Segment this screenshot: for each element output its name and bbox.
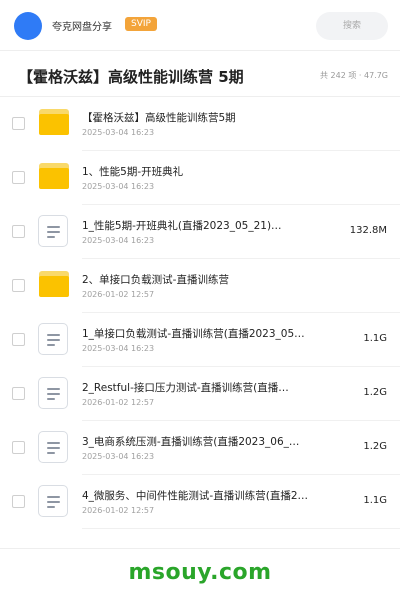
folder-icon [39, 109, 69, 135]
select-checkbox[interactable] [12, 333, 25, 346]
file-list: 【霍格沃兹】高级性能训练营5期 2025-03-04 16:23 1、性能5期-… [0, 97, 400, 529]
folder-title: 【霍格沃兹】高级性能训练营 5期 [18, 68, 244, 86]
username: 夸克网盘分享 [52, 22, 112, 33]
list-item[interactable]: 1_性能5期-开班典礼(直播2023_05_21)… 2025-03-04 16… [0, 205, 400, 259]
list-item[interactable]: 【霍格沃兹】高级性能训练营5期 2025-03-04 16:23 [0, 97, 400, 151]
item-name: 1、性能5期-开班典礼 [82, 166, 184, 178]
svip-badge: SVIP [125, 17, 157, 31]
document-icon [38, 323, 68, 355]
list-item[interactable]: 3_电商系统压测-直播训练营(直播2023_06_… 2025-03-04 16… [0, 421, 400, 475]
item-date: 2025-03-04 16:23 [82, 128, 155, 137]
select-checkbox[interactable] [12, 279, 25, 292]
item-name: 4_微服务、中间件性能测试-直播训练营(直播202… [82, 490, 314, 502]
select-checkbox[interactable] [12, 495, 25, 508]
file-share-page: 夸克网盘分享 SVIP 【霍格沃兹】高级性能训练营 5期 共 242 项 · 4… [0, 0, 400, 600]
item-name: 3_电商系统压测-直播训练营(直播2023_06_… [82, 436, 300, 448]
item-date: 2025-03-04 16:23 [82, 182, 155, 191]
item-date: 2025-03-04 16:23 [82, 344, 155, 353]
select-checkbox[interactable] [12, 441, 25, 454]
item-name: 2_Restful-接口压力测试-直播训练营(直播… [82, 382, 289, 394]
item-date: 2025-03-04 16:23 [82, 236, 155, 245]
list-item[interactable]: 1、性能5期-开班典礼 2025-03-04 16:23 [0, 151, 400, 205]
item-size: 1.1G [363, 333, 387, 344]
document-icon [38, 431, 68, 463]
item-date: 2025-03-04 16:23 [82, 452, 155, 461]
folder-icon [39, 163, 69, 189]
list-item[interactable]: 1_单接口负载测试-直播训练营(直播2023_05… 2025-03-04 16… [0, 313, 400, 367]
search-input[interactable] [316, 12, 388, 40]
item-size: 1.1G [363, 495, 387, 506]
item-size: 1.2G [363, 441, 387, 452]
item-size: 1.2G [363, 387, 387, 398]
select-checkbox[interactable] [12, 117, 25, 130]
list-item[interactable]: 2、单接口负载测试-直播训练营 2026-01-02 12:57 [0, 259, 400, 313]
select-checkbox[interactable] [12, 171, 25, 184]
document-icon [38, 485, 68, 517]
top-bar: 夸克网盘分享 SVIP [0, 0, 400, 50]
list-item[interactable]: 4_微服务、中间件性能测试-直播训练营(直播202… 2026-01-02 12… [0, 475, 400, 529]
folder-icon [39, 271, 69, 297]
document-icon [38, 215, 68, 247]
header-divider [0, 50, 400, 51]
folder-stats: 共 242 项 · 47.7G [320, 71, 388, 80]
document-icon [38, 377, 68, 409]
list-item[interactable]: 2_Restful-接口压力测试-直播训练营(直播… 2026-01-02 12… [0, 367, 400, 421]
item-name: 2、单接口负载测试-直播训练营 [82, 274, 229, 286]
list-bottom-divider [0, 548, 400, 549]
item-date: 2026-01-02 12:57 [82, 290, 155, 299]
select-checkbox[interactable] [12, 387, 25, 400]
avatar[interactable] [14, 12, 42, 40]
item-date: 2026-01-02 12:57 [82, 506, 155, 515]
select-checkbox[interactable] [12, 225, 25, 238]
item-date: 2026-01-02 12:57 [82, 398, 155, 407]
item-name: 1_性能5期-开班典礼(直播2023_05_21)… [82, 220, 282, 232]
watermark: msouy.com [128, 560, 272, 585]
item-name: 1_单接口负载测试-直播训练营(直播2023_05… [82, 328, 305, 340]
item-size: 132.8M [349, 225, 387, 236]
item-name: 【霍格沃兹】高级性能训练营5期 [82, 112, 236, 124]
